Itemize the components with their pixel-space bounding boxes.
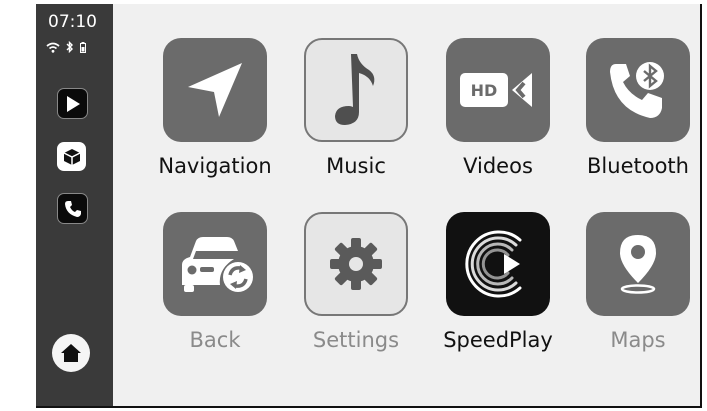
app-label: Music: [326, 154, 386, 178]
wifi-icon: [46, 42, 60, 53]
speedplay-logo-icon: [465, 230, 522, 298]
app-navigation[interactable]: Navigation: [147, 38, 283, 178]
bluetooth-phone-icon: [610, 62, 664, 118]
status-icons: [46, 41, 86, 53]
app-label: Maps: [610, 328, 666, 352]
app-music[interactable]: Music: [288, 38, 424, 178]
map-pin-icon: [620, 235, 656, 294]
app-label: SpeedPlay: [443, 328, 553, 352]
app-label: Videos: [463, 154, 533, 178]
app-label: Settings: [312, 328, 400, 352]
sidebar: 07:10: [36, 4, 113, 406]
sidebar-play-app[interactable]: [57, 88, 88, 119]
bluetooth-tile[interactable]: [586, 38, 690, 142]
car-refresh-icon: [182, 237, 253, 292]
videos-tile[interactable]: HD: [446, 38, 550, 142]
back-tile[interactable]: [163, 212, 267, 316]
music-note-icon: [335, 54, 375, 125]
sidebar-phone-app[interactable]: [57, 193, 88, 224]
sidebar-box-app[interactable]: [57, 142, 86, 171]
app-bluetooth[interactable]: Bluetooth: [570, 38, 706, 178]
navigation-tile[interactable]: [163, 38, 267, 142]
app-maps[interactable]: Maps: [570, 212, 706, 352]
music-tile[interactable]: [304, 38, 408, 142]
battery-icon: [80, 41, 86, 53]
hd-video-camera-icon: HD: [460, 73, 532, 107]
app-label: Back: [189, 328, 241, 352]
app-label: Navigation: [158, 154, 272, 178]
svg-text:HD: HD: [471, 81, 498, 100]
settings-tile[interactable]: [304, 212, 408, 316]
gear-icon: [330, 238, 382, 290]
maps-tile[interactable]: [586, 212, 690, 316]
cube-icon: [63, 148, 80, 165]
status-time: 07:10: [48, 12, 97, 32]
phone-icon: [64, 200, 81, 217]
app-videos[interactable]: HD Videos: [430, 38, 566, 178]
carplay-screen: 07:10 Navigation Music HD Videos Bluetoo…: [36, 4, 702, 408]
bluetooth-icon: [66, 41, 73, 53]
app-speedplay[interactable]: SpeedPlay: [430, 212, 566, 352]
speedplay-tile[interactable]: [446, 212, 550, 316]
home-icon: [61, 344, 81, 362]
app-back[interactable]: Back: [147, 212, 283, 352]
home-button[interactable]: [52, 334, 90, 372]
app-label: Bluetooth: [587, 154, 689, 178]
app-settings[interactable]: Settings: [288, 212, 424, 352]
navigation-arrow-icon: [188, 63, 242, 117]
play-icon: [66, 95, 80, 112]
